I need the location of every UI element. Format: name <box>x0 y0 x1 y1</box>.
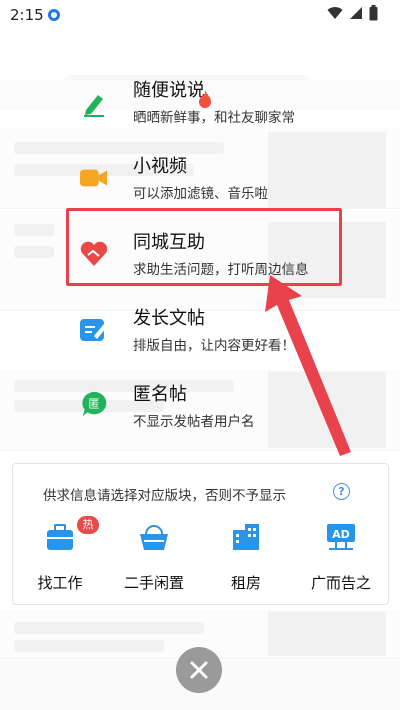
signal-icon <box>350 7 362 19</box>
menu-item-title: 随便说说 <box>133 80 205 101</box>
category-note: 供求信息请选择对应版块，否则不予显示 <box>43 488 286 504</box>
anonymous-chat-icon: 匿 <box>80 390 108 418</box>
wifi-icon <box>327 7 343 20</box>
svg-text:AD: AD <box>332 528 350 541</box>
category-ads[interactable]: AD 广而告之 <box>296 522 386 593</box>
menu-item-subtitle: 可以添加滤镜、音乐啦 <box>133 186 268 202</box>
category-label: 找工作 <box>37 574 83 592</box>
menu-item-anonymous-post[interactable]: 匿 匿名帖 不显示发帖者用户名 <box>0 376 400 446</box>
close-button[interactable] <box>176 647 222 693</box>
pencil-icon <box>80 90 108 118</box>
category-label: 二手闲置 <box>123 574 184 592</box>
menu-item-subtitle: 晒晒新鲜事，和社友聊家常 <box>133 110 295 126</box>
category-rental[interactable]: 租房 <box>201 522 291 593</box>
fire-icon <box>199 90 211 108</box>
basket-icon <box>140 525 168 550</box>
menu-item-title: 发长文帖 <box>133 308 205 329</box>
building-icon <box>233 524 259 550</box>
status-time: 2:15 <box>10 6 44 24</box>
category-label: 广而告之 <box>310 574 371 592</box>
highlight-box <box>66 208 342 286</box>
menu-item-subtitle: 排版自由，让内容更好看！ <box>133 338 295 354</box>
background-header <box>0 34 400 97</box>
svg-text:匿: 匿 <box>88 398 99 411</box>
battery-icon <box>369 5 378 21</box>
menu-item-subtitle: 不显示发帖者用户名 <box>133 414 255 430</box>
category-secondhand[interactable]: 二手闲置 <box>109 522 199 593</box>
menu-item-title: 小视频 <box>133 156 187 177</box>
close-icon <box>190 661 208 679</box>
video-camera-icon <box>80 164 108 192</box>
ad-sign-icon: AD <box>327 524 355 550</box>
briefcase-icon <box>47 524 73 550</box>
category-label: 租房 <box>230 574 261 592</box>
menu-item-title: 匿名帖 <box>133 384 187 405</box>
status-bar: 2:15 <box>0 0 400 30</box>
edit-document-icon <box>80 316 108 344</box>
category-panel: 供求信息请选择对应版块，否则不予显示 ? 找工作 热 二手闲置 租房 AD 广而… <box>12 463 389 605</box>
help-icon[interactable]: ? <box>333 483 350 500</box>
app-notification-icon <box>48 9 60 21</box>
menu-item-long-post[interactable]: 发长文帖 排版自由，让内容更好看！ <box>0 300 400 370</box>
hot-badge: 热 <box>77 516 99 534</box>
